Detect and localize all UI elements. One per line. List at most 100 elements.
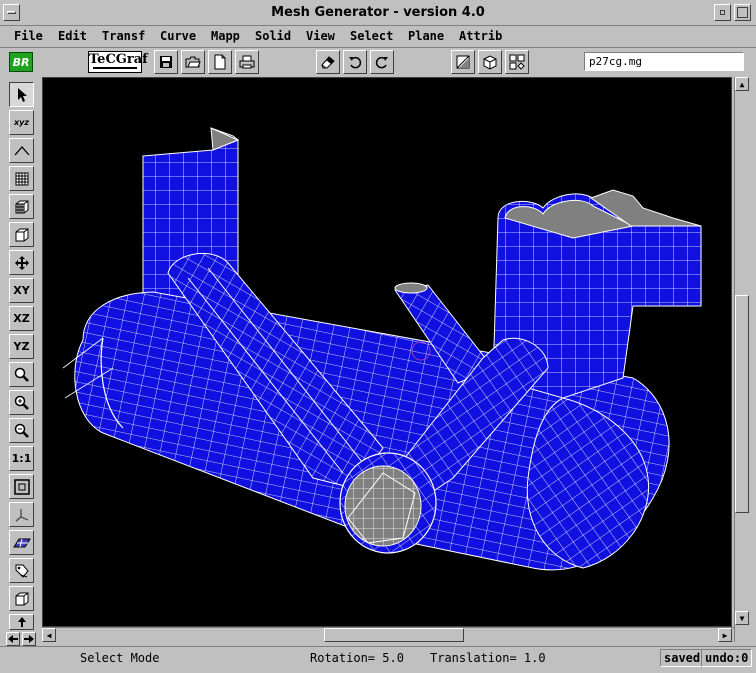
zoom-button[interactable] xyxy=(9,362,34,387)
select-tool-button[interactable] xyxy=(9,82,34,107)
view-xy-button[interactable]: XY xyxy=(9,278,34,303)
toolbar: BR TeCGraf p27cg.mg xyxy=(0,48,756,76)
undo-button[interactable] xyxy=(343,50,367,74)
plane-icon xyxy=(456,55,470,69)
fit-frame-icon xyxy=(13,478,30,495)
title-bar: Mesh Generator - version 4.0 xyxy=(0,0,756,26)
zoom-in-icon xyxy=(14,395,29,410)
redo-button[interactable] xyxy=(370,50,394,74)
magnifier-icon xyxy=(14,367,29,382)
new-file-button[interactable] xyxy=(208,50,232,74)
mesh-canvas[interactable] xyxy=(42,77,732,627)
horizontal-scrollbar[interactable]: ◀ ▶ xyxy=(42,627,734,643)
menu-attrib[interactable]: Attrib xyxy=(459,29,502,43)
menu-edit[interactable]: Edit xyxy=(58,29,87,43)
save-button[interactable] xyxy=(154,50,178,74)
window-title: Mesh Generator - version 4.0 xyxy=(271,5,485,20)
scroll-right-icon: ▶ xyxy=(722,630,728,640)
mesh-view xyxy=(62,127,702,571)
minimize-button[interactable] xyxy=(714,4,731,21)
open-button[interactable] xyxy=(181,50,205,74)
menu-solid[interactable]: Solid xyxy=(255,29,291,43)
xy-label: XY xyxy=(13,284,30,297)
tecgraf-logo: TeCGraf xyxy=(88,51,148,73)
br-logo: BR xyxy=(9,52,33,72)
save-icon xyxy=(160,56,172,68)
tecgraf-logo-text: TeCGraf xyxy=(89,52,148,67)
attribute-tool-button[interactable] xyxy=(9,558,34,583)
menu-transf[interactable]: Transf xyxy=(102,29,145,43)
arrow-pointer-icon xyxy=(17,87,27,102)
solid-box-button[interactable] xyxy=(9,586,34,611)
tag-icon xyxy=(15,564,29,578)
plane-tool-button[interactable] xyxy=(9,530,34,555)
menu-mapp[interactable]: Mapp xyxy=(211,29,240,43)
zoom-out-icon xyxy=(14,423,29,438)
grid-mesh-button[interactable] xyxy=(9,166,34,191)
menu-curve[interactable]: Curve xyxy=(160,29,196,43)
print-button[interactable] xyxy=(235,50,259,74)
scroll-left-icon: ◀ xyxy=(46,630,52,640)
saved-indicator: saved xyxy=(660,649,705,667)
mode-status: Select Mode xyxy=(80,651,160,665)
open-icon xyxy=(185,56,201,68)
plane-view-button[interactable] xyxy=(451,50,475,74)
menu-bar: File Edit Transf Curve Mapp Solid View S… xyxy=(0,26,756,48)
filename-field[interactable]: p27cg.mg xyxy=(584,52,744,71)
menu-view[interactable]: View xyxy=(306,29,335,43)
view-xz-button[interactable]: XZ xyxy=(9,306,34,331)
rotation-status: Rotation= 5.0 xyxy=(310,651,404,665)
cube-icon xyxy=(483,55,497,70)
undo-icon xyxy=(349,56,362,69)
zoom-out-button[interactable] xyxy=(9,418,34,443)
plane-tool-icon xyxy=(12,538,31,547)
front-pipe-opening xyxy=(339,452,437,554)
redo-icon xyxy=(375,56,388,69)
maximize-button[interactable] xyxy=(734,4,751,21)
axes-button[interactable] xyxy=(9,502,34,527)
xyz-label: xyz xyxy=(13,118,30,127)
box-icon xyxy=(15,592,28,605)
pan-up-button[interactable] xyxy=(9,614,34,630)
menu-plane[interactable]: Plane xyxy=(408,29,444,43)
move-tool-button[interactable] xyxy=(9,250,34,275)
menu-file[interactable]: File xyxy=(14,29,43,43)
axes-icon xyxy=(15,508,28,521)
status-bar: Select Mode Rotation= 5.0 Translation= 1… xyxy=(0,646,756,670)
eraser-icon xyxy=(321,56,335,69)
pan-left-button[interactable] xyxy=(6,632,20,646)
mesh-cube-icon xyxy=(15,200,28,213)
horizontal-scroll-thumb[interactable] xyxy=(324,628,464,642)
xyz-coord-button[interactable]: xyz xyxy=(9,110,34,135)
scroll-down-button[interactable]: ▼ xyxy=(735,611,749,625)
scroll-up-icon: ▲ xyxy=(739,79,745,89)
fit-view-button[interactable] xyxy=(9,474,34,499)
undo-counter: undo:0 xyxy=(701,649,753,667)
menu-select[interactable]: Select xyxy=(350,29,393,43)
yz-label: YZ xyxy=(13,340,30,353)
zoom-one-to-one-button[interactable]: 1:1 xyxy=(9,446,34,471)
pan-right-button[interactable] xyxy=(22,632,36,646)
multi-view-button[interactable] xyxy=(505,50,529,74)
view-yz-button[interactable]: YZ xyxy=(9,334,34,359)
vertical-scrollbar[interactable]: ▲ ▼ xyxy=(734,77,750,642)
cube-view-button[interactable] xyxy=(478,50,502,74)
polyline-icon xyxy=(14,145,29,155)
translation-status: Translation= 1.0 xyxy=(430,651,546,665)
scroll-right-button[interactable]: ▶ xyxy=(718,628,732,642)
eraser-button[interactable] xyxy=(316,50,340,74)
xz-label: XZ xyxy=(13,312,30,325)
scroll-up-button[interactable]: ▲ xyxy=(735,77,749,91)
arrow-left-icon xyxy=(8,635,18,643)
wire-cube-button[interactable] xyxy=(9,222,34,247)
scroll-left-button[interactable]: ◀ xyxy=(42,628,56,642)
left-tool-palette: xyz XY XZ YZ 1:1 xyxy=(6,80,36,670)
curve-tool-button[interactable] xyxy=(9,138,34,163)
scroll-down-icon: ▼ xyxy=(739,613,745,623)
zoom-in-button[interactable] xyxy=(9,390,34,415)
arrow-right-icon xyxy=(24,635,34,643)
vertical-scroll-thumb[interactable] xyxy=(735,295,749,513)
print-icon xyxy=(239,55,255,69)
solid-mesh-button[interactable] xyxy=(9,194,34,219)
one-to-one-label: 1:1 xyxy=(11,452,32,465)
